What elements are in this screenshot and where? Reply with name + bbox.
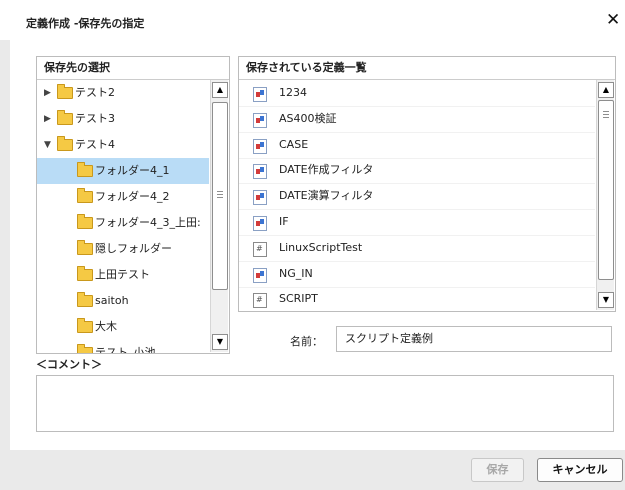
tree-item[interactable]: 上田テスト — [37, 262, 209, 288]
definition-icon — [253, 87, 267, 102]
folder-tree: ▶ テスト2 ▶ テスト3 ▼ テスト4 フォルダー4_1 フォルダー4_2 フォルダー4_3_… — [37, 80, 209, 353]
tree-item[interactable]: フォルダー4_3_上田: — [37, 210, 209, 236]
definition-item-label: SCRIPT — [279, 292, 318, 305]
definition-item-label: AS400検証 — [279, 112, 337, 125]
folder-icon — [77, 214, 93, 229]
save-button[interactable]: 保存 — [471, 458, 524, 482]
tree-item-label: フォルダー4_1 — [95, 164, 170, 177]
name-label: 名前： — [290, 335, 323, 348]
folder-icon — [57, 136, 73, 151]
definition-list: 1234 AS400検証 CASE DATE作成フィルタ DATE演算フィルタ IF # Li… — [239, 80, 595, 311]
definition-item[interactable]: # LinuxScriptTest — [239, 235, 595, 262]
definition-item-label: LinuxScriptTest — [279, 241, 363, 254]
tree-item-label: 大木 — [95, 320, 117, 333]
destination-panel: 保存先の選択 ▶ テスト2 ▶ テスト3 ▼ テスト4 フォルダー4_1 フォルダー4_2 フォ… — [36, 56, 230, 354]
script-icon: # — [253, 293, 267, 308]
tree-item-label: フォルダー4_2 — [95, 190, 170, 203]
comment-input[interactable] — [36, 375, 614, 432]
folder-icon — [77, 344, 93, 353]
tree-item[interactable]: ▶ テスト2 — [37, 80, 209, 106]
saved-definitions-header: 保存されている定義一覧 — [239, 57, 615, 80]
tree-item[interactable]: 隠しフォルダー — [37, 236, 209, 262]
definition-item[interactable]: DATE演算フィルタ — [239, 183, 595, 210]
definition-item-label: DATE演算フィルタ — [279, 189, 374, 202]
tree-item[interactable]: saitoh — [37, 288, 209, 314]
definition-item-label: CASE — [279, 138, 309, 151]
definition-item[interactable]: CASE — [239, 132, 595, 159]
dialog-title: 定義作成 -保存先の指定 — [26, 17, 145, 30]
close-icon[interactable]: ✕ — [606, 10, 620, 30]
tree-item[interactable]: テスト_小池 — [37, 340, 209, 353]
scroll-down-button[interactable]: ▼ — [212, 334, 228, 350]
tree-item[interactable]: ▶ テスト3 — [37, 106, 209, 132]
tree-item-label: saitoh — [95, 294, 129, 307]
folder-icon — [77, 240, 93, 255]
definition-icon — [253, 268, 267, 283]
definition-icon — [253, 190, 267, 205]
scroll-thumb[interactable] — [212, 102, 228, 290]
scroll-up-button[interactable]: ▲ — [598, 82, 614, 98]
collapse-arrow-icon[interactable]: ▼ — [44, 132, 54, 158]
tree-item-label: フォルダー4_3_上田: — [95, 216, 201, 229]
definition-item-label: 1234 — [279, 86, 307, 99]
expand-arrow-icon[interactable]: ▶ — [44, 106, 54, 132]
tree-item-label: テスト4 — [75, 138, 115, 151]
tree-item[interactable]: ▼ テスト4 — [37, 132, 209, 158]
dialog-title-bar: 定義作成 -保存先の指定 ✕ — [0, 0, 625, 40]
definition-icon — [253, 164, 267, 179]
folder-icon — [77, 318, 93, 333]
tree-item-label: 上田テスト — [95, 268, 150, 281]
definition-item-label: IF — [279, 215, 289, 228]
folder-icon — [77, 188, 93, 203]
tree-item[interactable]: フォルダー4_2 — [37, 184, 209, 210]
definition-icon — [253, 139, 267, 154]
tree-item-label: テスト_小池 — [95, 346, 156, 353]
definition-item-label: NG_IN — [279, 267, 313, 280]
scroll-up-button[interactable]: ▲ — [212, 82, 228, 98]
tree-item-label: テスト2 — [75, 86, 115, 99]
definition-item[interactable]: DATE作成フィルタ — [239, 157, 595, 184]
scroll-thumb[interactable] — [598, 100, 614, 280]
folder-icon — [77, 266, 93, 281]
scroll-down-button[interactable]: ▼ — [598, 292, 614, 308]
folder-icon — [57, 110, 73, 125]
script-icon: # — [253, 242, 267, 257]
definition-item[interactable]: IF — [239, 209, 595, 236]
tree-item[interactable]: フォルダー4_1 — [37, 158, 209, 184]
folder-icon — [77, 162, 93, 177]
definition-item[interactable]: # SCRIPT — [239, 286, 595, 311]
definition-item[interactable]: AS400検証 — [239, 106, 595, 133]
destination-panel-header: 保存先の選択 — [37, 57, 229, 80]
tree-item-label: テスト3 — [75, 112, 115, 125]
folder-icon — [57, 84, 73, 99]
definition-icon — [253, 113, 267, 128]
saved-definitions-panel: 保存されている定義一覧 1234 AS400検証 CASE DATE作成フィルタ DAT… — [238, 56, 616, 312]
cancel-button[interactable]: キャンセル — [537, 458, 623, 482]
definition-item[interactable]: 1234 — [239, 80, 595, 107]
comment-label: ＜コメント＞ — [36, 358, 102, 371]
folder-icon — [77, 292, 93, 307]
tree-item-label: 隠しフォルダー — [95, 242, 172, 255]
definition-list-scrollbar[interactable]: ▲ ▼ — [596, 80, 614, 310]
expand-arrow-icon[interactable]: ▶ — [44, 80, 54, 106]
folder-tree-scrollbar[interactable]: ▲ ▼ — [210, 80, 228, 352]
name-input[interactable]: スクリプト定義例 — [336, 326, 612, 352]
definition-item[interactable]: NG_IN — [239, 261, 595, 288]
definition-item-label: DATE作成フィルタ — [279, 163, 374, 176]
definition-icon — [253, 216, 267, 231]
tree-item[interactable]: 大木 — [37, 314, 209, 340]
